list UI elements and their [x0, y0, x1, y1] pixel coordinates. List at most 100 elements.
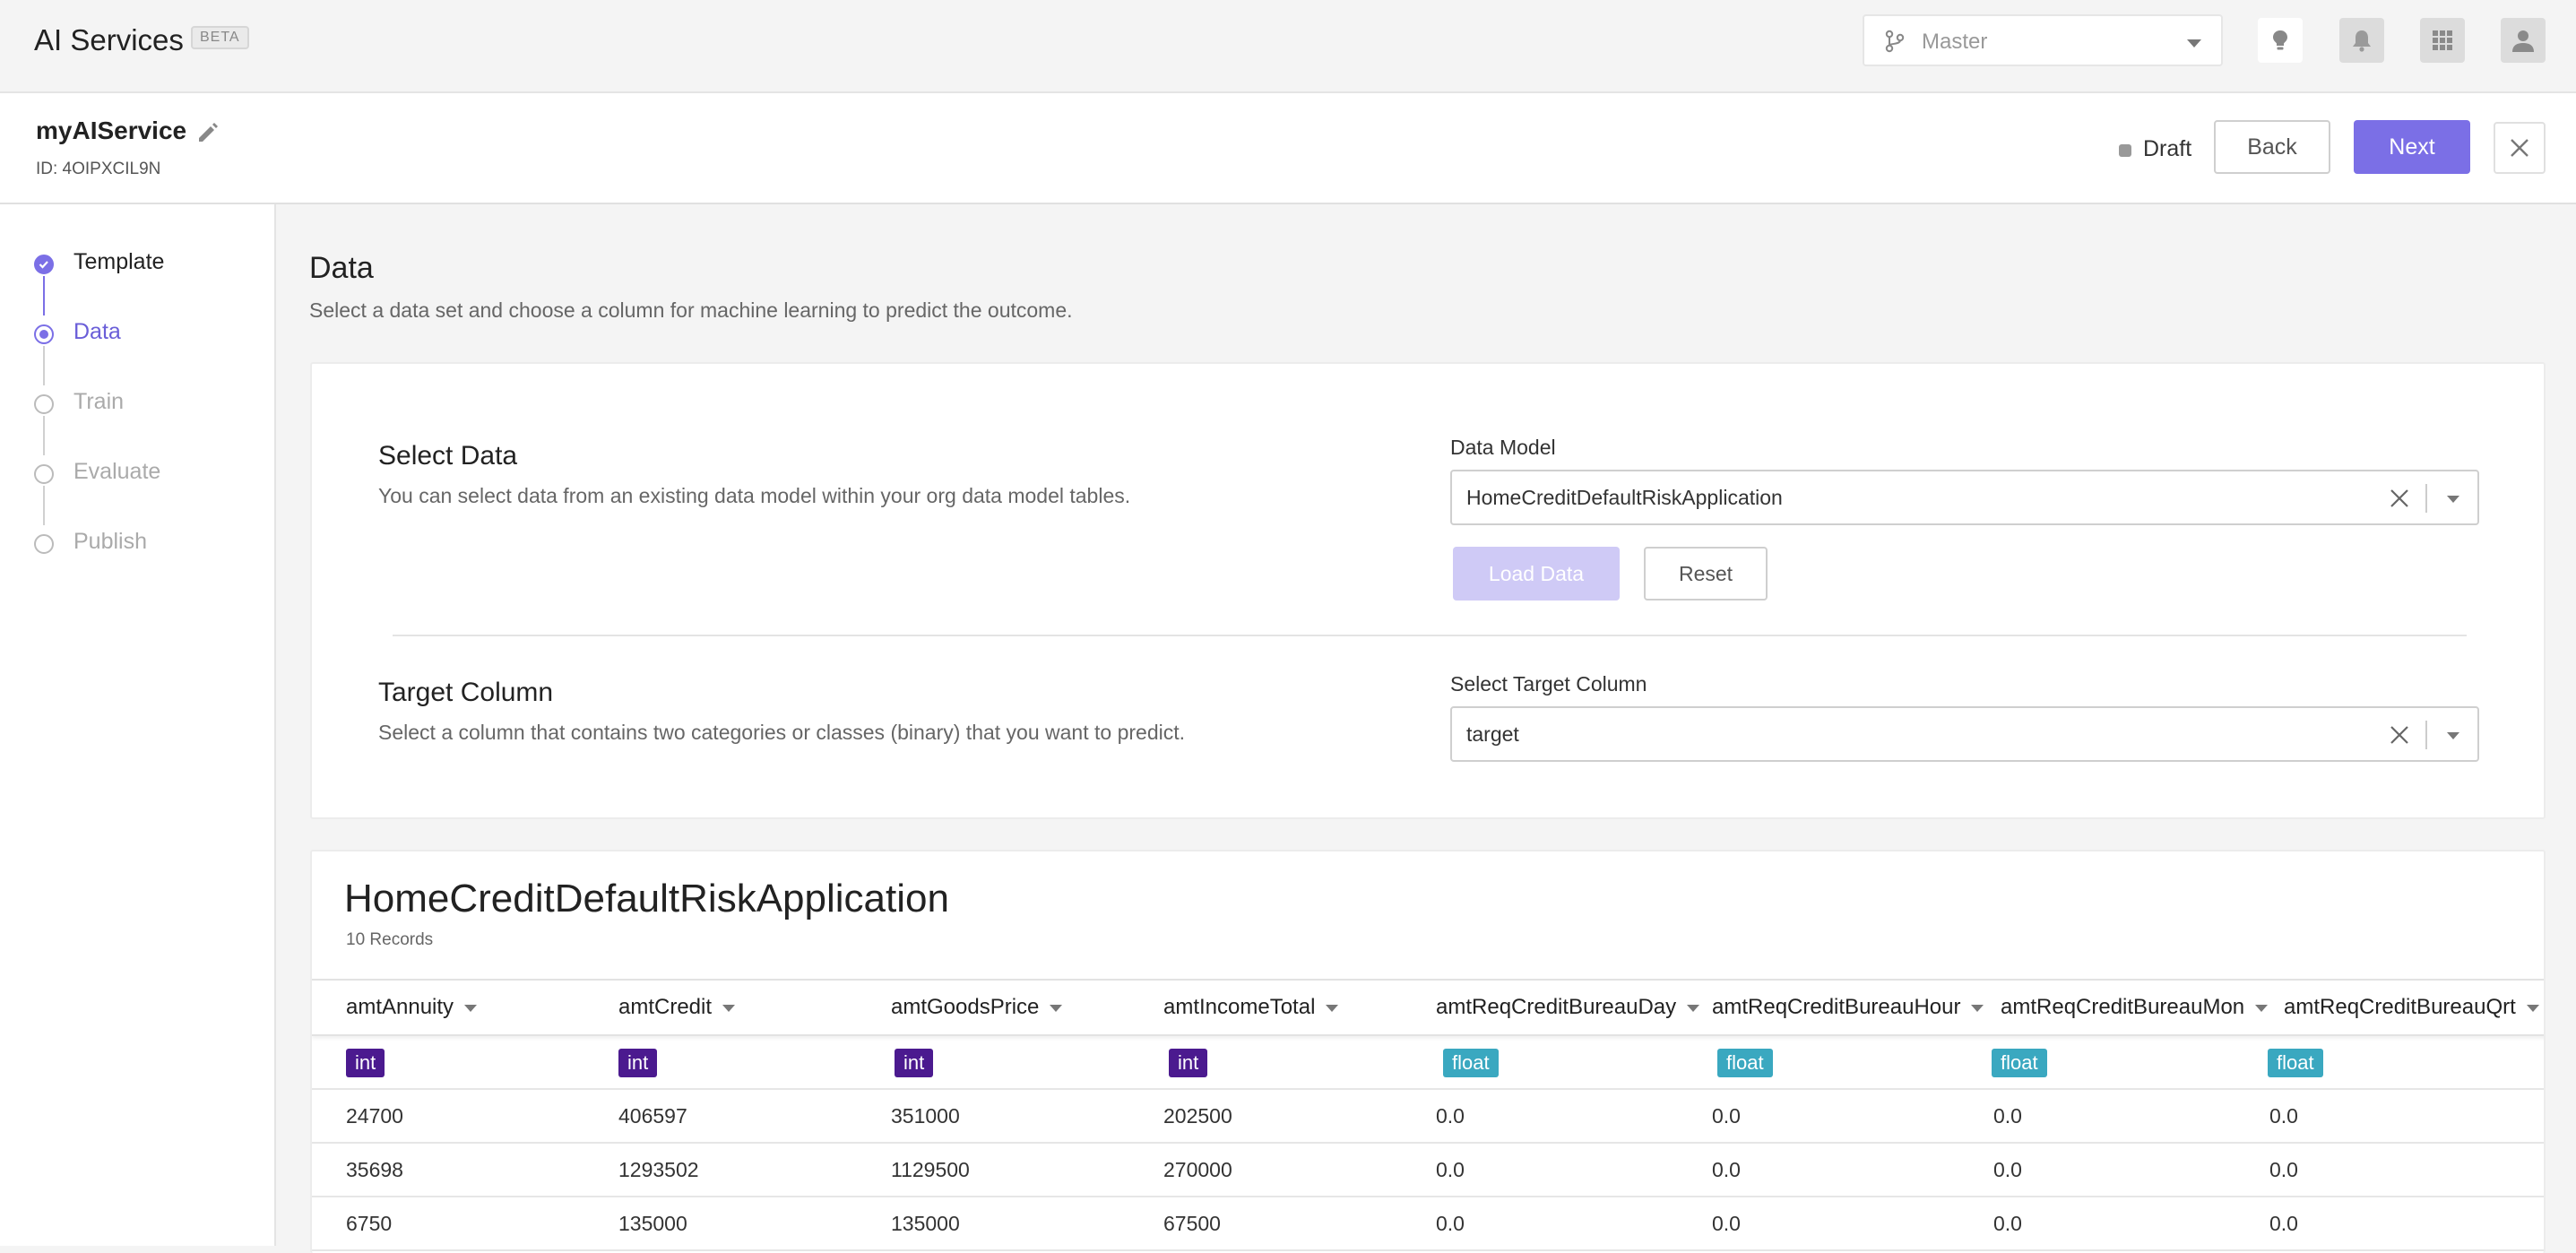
- table-cell: 202500: [1163, 1104, 1232, 1128]
- column-header[interactable]: amtReqCreditBureauQrt: [2284, 995, 2539, 1020]
- table-cell: 35698: [346, 1158, 403, 1181]
- step-label: Data: [73, 319, 121, 344]
- bell-icon: [2353, 30, 2371, 52]
- sort-caret-icon: [1687, 1004, 1700, 1012]
- branch-label: Master: [1922, 30, 1988, 54]
- column-name: amtIncomeTotal: [1163, 995, 1316, 1019]
- status-indicator: [2119, 144, 2131, 157]
- section-divider: [393, 635, 2467, 636]
- pending-step-icon: [34, 464, 54, 484]
- table-cell: 135000: [618, 1212, 687, 1235]
- table-cell: 0.0: [1712, 1212, 1741, 1235]
- target-column-title: Target Column: [378, 678, 554, 707]
- record-count: 10 Records: [346, 930, 434, 949]
- type-badge: float: [1717, 1049, 1773, 1077]
- pencil-icon[interactable]: [195, 120, 220, 145]
- table-header: amtAnnuity amtCredit amtGoodsPrice amtIn…: [312, 979, 2544, 1036]
- column-header[interactable]: amtIncomeTotal: [1163, 995, 1339, 1020]
- service-id: ID: 4OIPXCIL9N: [36, 160, 161, 178]
- table-cell: 270000: [1163, 1158, 1232, 1181]
- table-cell: 0.0: [1993, 1212, 2022, 1235]
- step-label: Publish: [73, 529, 147, 554]
- beta-badge: BETA: [191, 26, 249, 49]
- column-name: amtReqCreditBureauMon: [2001, 995, 2245, 1019]
- select-data-title: Select Data: [378, 441, 518, 471]
- reset-button[interactable]: Reset: [1644, 547, 1768, 601]
- table-cell: 0.0: [1712, 1158, 1741, 1181]
- chevron-down-icon[interactable]: [2447, 496, 2459, 503]
- target-column-label: Select Target Column: [1450, 672, 1647, 696]
- sort-caret-icon: [1050, 1004, 1063, 1012]
- apps-grid-icon: [2433, 30, 2452, 50]
- select-separator: [2425, 721, 2427, 749]
- column-name: amtReqCreditBureauQrt: [2284, 995, 2516, 1019]
- column-name: amtCredit: [618, 995, 713, 1019]
- type-badge: int: [1169, 1049, 1208, 1077]
- type-row: int int int int float float float float: [312, 1036, 2544, 1090]
- data-model-value: HomeCreditDefaultRiskApplication: [1466, 486, 1783, 509]
- column-header[interactable]: amtAnnuity: [346, 995, 478, 1020]
- step-label: Evaluate: [73, 459, 161, 484]
- sort-caret-icon: [1971, 1004, 1984, 1012]
- status-label: Draft: [2143, 136, 2192, 161]
- table-cell: 0.0: [2269, 1212, 2298, 1235]
- column-header[interactable]: amtReqCreditBureauHour: [1712, 995, 1984, 1020]
- step-connector: [43, 346, 45, 385]
- pending-step-icon: [34, 394, 54, 414]
- step-connector: [43, 416, 45, 455]
- column-header[interactable]: amtReqCreditBureauDay: [1436, 995, 1700, 1020]
- sort-caret-icon: [2526, 1004, 2539, 1012]
- sort-caret-icon: [2255, 1004, 2269, 1012]
- target-column-select[interactable]: target: [1450, 706, 2479, 762]
- type-badge: int: [618, 1049, 658, 1077]
- sort-caret-icon: [1326, 1004, 1339, 1012]
- check-circle-icon: [34, 255, 54, 274]
- chevron-down-icon: [2187, 39, 2201, 48]
- clear-icon[interactable]: [2388, 487, 2411, 510]
- branch-icon: [1885, 30, 1905, 53]
- table-cell: 6750: [346, 1212, 393, 1235]
- lightbulb-button[interactable]: [2258, 18, 2303, 63]
- chevron-down-icon[interactable]: [2447, 732, 2459, 739]
- table-cell: 67500: [1163, 1212, 1221, 1235]
- type-badge: int: [346, 1049, 385, 1077]
- column-header[interactable]: amtCredit: [618, 995, 736, 1020]
- type-badge: float: [1992, 1049, 2047, 1077]
- data-model-label: Data Model: [1450, 436, 1556, 459]
- stepper-sidebar: Template Data Train Evaluate Publish: [0, 204, 276, 1246]
- column-header[interactable]: amtReqCreditBureauMon: [2001, 995, 2269, 1020]
- table-cell: 0.0: [1993, 1158, 2022, 1181]
- table-cell: 0.0: [1436, 1212, 1465, 1235]
- table-cell: 0.0: [1712, 1104, 1741, 1128]
- table-cell: 0.0: [1436, 1104, 1465, 1128]
- user-menu-button[interactable]: [2501, 18, 2546, 63]
- type-badge: float: [1443, 1049, 1499, 1077]
- table-cell: 351000: [891, 1104, 960, 1128]
- table-row: 35698 1293502 1129500 270000 0.0 0.0 0.0…: [312, 1144, 2544, 1197]
- branch-select[interactable]: Master: [1863, 14, 2223, 66]
- clear-icon[interactable]: [2388, 723, 2411, 747]
- top-bar: AI Services BETA Master: [0, 0, 2576, 93]
- back-button[interactable]: Back: [2214, 120, 2330, 174]
- select-separator: [2425, 484, 2427, 513]
- step-label: Train: [73, 389, 125, 414]
- table-row: 6750 135000 135000 67500 0.0 0.0 0.0 0.0: [312, 1197, 2544, 1251]
- next-button[interactable]: Next: [2354, 120, 2470, 174]
- column-name: amtAnnuity: [346, 995, 454, 1019]
- data-model-select[interactable]: HomeCreditDefaultRiskApplication: [1450, 470, 2479, 525]
- load-data-button[interactable]: Load Data: [1453, 547, 1620, 601]
- column-name: amtReqCreditBureauHour: [1712, 995, 1961, 1019]
- table-cell: 406597: [618, 1104, 687, 1128]
- notifications-button[interactable]: [2339, 18, 2384, 63]
- table-title: HomeCreditDefaultRiskApplication: [344, 877, 949, 920]
- step-connector: [43, 276, 45, 315]
- target-column-value: target: [1466, 722, 1519, 746]
- table-cell: 0.0: [1436, 1158, 1465, 1181]
- data-selection-card: Select Data You can select data from an …: [310, 362, 2546, 819]
- column-header[interactable]: amtGoodsPrice: [891, 995, 1063, 1020]
- table-cell: 0.0: [1993, 1104, 2022, 1128]
- apps-button[interactable]: [2420, 18, 2465, 63]
- close-button[interactable]: [2494, 122, 2546, 174]
- type-badge: int: [895, 1049, 934, 1077]
- sort-caret-icon: [464, 1004, 478, 1012]
